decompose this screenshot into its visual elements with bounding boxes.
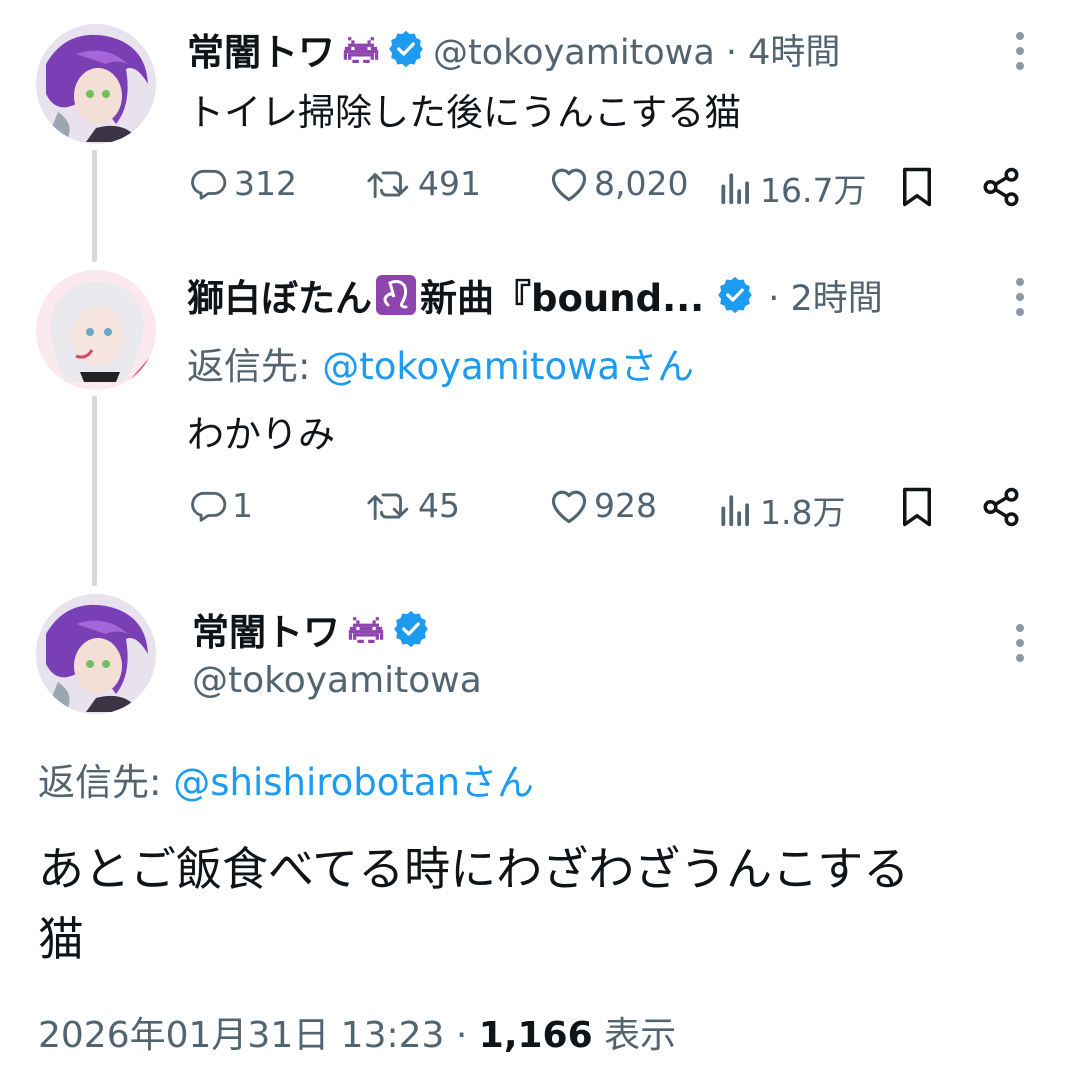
leo-emoji-icon xyxy=(376,275,416,315)
analytics-icon xyxy=(721,173,749,205)
reply-count: 1 xyxy=(232,486,253,525)
retweet-button[interactable]: 45 xyxy=(364,486,460,525)
handle[interactable]: @tokoyamitowa xyxy=(192,660,482,701)
main-tweet-text-line1: あとご飯食べてる時にわざわざうんこする xyxy=(38,842,910,896)
display-name-suffix[interactable]: 新曲『bound... xyxy=(420,268,704,322)
verified-badge-icon xyxy=(392,610,430,648)
retweet-icon xyxy=(367,170,409,198)
retweet-icon xyxy=(367,492,409,520)
main-tweet-text-line2: 猫 xyxy=(38,912,84,966)
main-tweet-text: あとご飯食べてる時にわざわざうんこする 猫 xyxy=(38,834,909,974)
reply-to-handle[interactable]: @shishirobotanさん xyxy=(173,761,534,804)
alien-monster-emoji-icon xyxy=(343,37,379,63)
like-count: 8,020 xyxy=(594,164,689,203)
analytics-icon xyxy=(721,495,749,527)
thread-line-2 xyxy=(92,396,97,586)
bookmark-icon[interactable] xyxy=(898,166,936,212)
reply-icon xyxy=(191,169,227,200)
tweet-text: わかりみ xyxy=(187,413,335,456)
reply-to-label: 返信先: xyxy=(187,345,311,388)
like-button[interactable]: 928 xyxy=(548,486,657,525)
heart-icon xyxy=(551,168,587,201)
thread-line-1 xyxy=(92,150,97,262)
tweet-text: トイレ掃除した後にうんこする猫 xyxy=(187,91,742,134)
view-count: 1.8万 xyxy=(760,493,846,532)
alien-monster-emoji-icon xyxy=(348,617,384,643)
reply-to-line: 返信先: @shishirobotanさん xyxy=(38,752,534,806)
reply-icon xyxy=(191,491,227,522)
tweet2-header: 獅白ぼたん 新曲『bound... · 2時間 xyxy=(187,270,883,320)
main-tweet-header: 常闇トワ xyxy=(192,604,430,654)
reply-to-label: 返信先: xyxy=(38,761,162,804)
reply-button[interactable]: 312 xyxy=(190,164,297,203)
reply-count: 312 xyxy=(234,164,297,203)
heart-icon xyxy=(551,490,587,523)
tweet1-header: 常闇トワ @tokoyamitowa · 4時間 xyxy=(187,24,840,74)
retweet-count: 45 xyxy=(418,486,460,525)
display-name[interactable]: 常闇トワ xyxy=(192,602,340,656)
retweet-button[interactable]: 491 xyxy=(364,164,481,203)
more-options-icon[interactable] xyxy=(1010,276,1030,320)
more-options-icon[interactable] xyxy=(1010,622,1030,666)
more-options-icon[interactable] xyxy=(1010,30,1030,74)
view-count: 1,166 xyxy=(478,1015,593,1056)
verified-badge-icon xyxy=(387,30,425,68)
avatar-shishirobotan[interactable] xyxy=(36,270,156,390)
views-button[interactable]: 16.7万 xyxy=(718,164,866,212)
reply-to-line: 返信先: @tokoyamitowaさん xyxy=(187,336,694,390)
share-icon[interactable] xyxy=(980,486,1022,532)
timestamp[interactable]: 2026年01月31日 13:23 · xyxy=(38,1015,479,1056)
handle-and-time[interactable]: @tokoyamitowa · 4時間 xyxy=(433,24,840,75)
share-icon[interactable] xyxy=(980,166,1022,212)
retweet-count: 491 xyxy=(418,164,481,203)
reply-button[interactable]: 1 xyxy=(190,486,253,525)
tweet-meta-line: 2026年01月31日 13:23 · 1,166 表示 xyxy=(38,1006,676,1058)
bookmark-icon[interactable] xyxy=(898,486,936,532)
view-label: 表示 xyxy=(604,1015,677,1056)
avatar-tokoyamitowa[interactable] xyxy=(36,24,156,144)
tweet-time[interactable]: · 2時間 xyxy=(768,270,883,321)
reply-to-handle[interactable]: @tokoyamitowaさん xyxy=(322,345,694,388)
verified-badge-icon xyxy=(716,276,754,314)
like-button[interactable]: 8,020 xyxy=(548,164,688,203)
like-count: 928 xyxy=(594,486,657,525)
views-button[interactable]: 1.8万 xyxy=(718,486,845,534)
display-name[interactable]: 常闇トワ xyxy=(187,22,335,76)
avatar-tokoyamitowa[interactable] xyxy=(36,594,156,714)
display-name[interactable]: 獅白ぼたん xyxy=(187,268,372,322)
view-count: 16.7万 xyxy=(760,171,867,210)
